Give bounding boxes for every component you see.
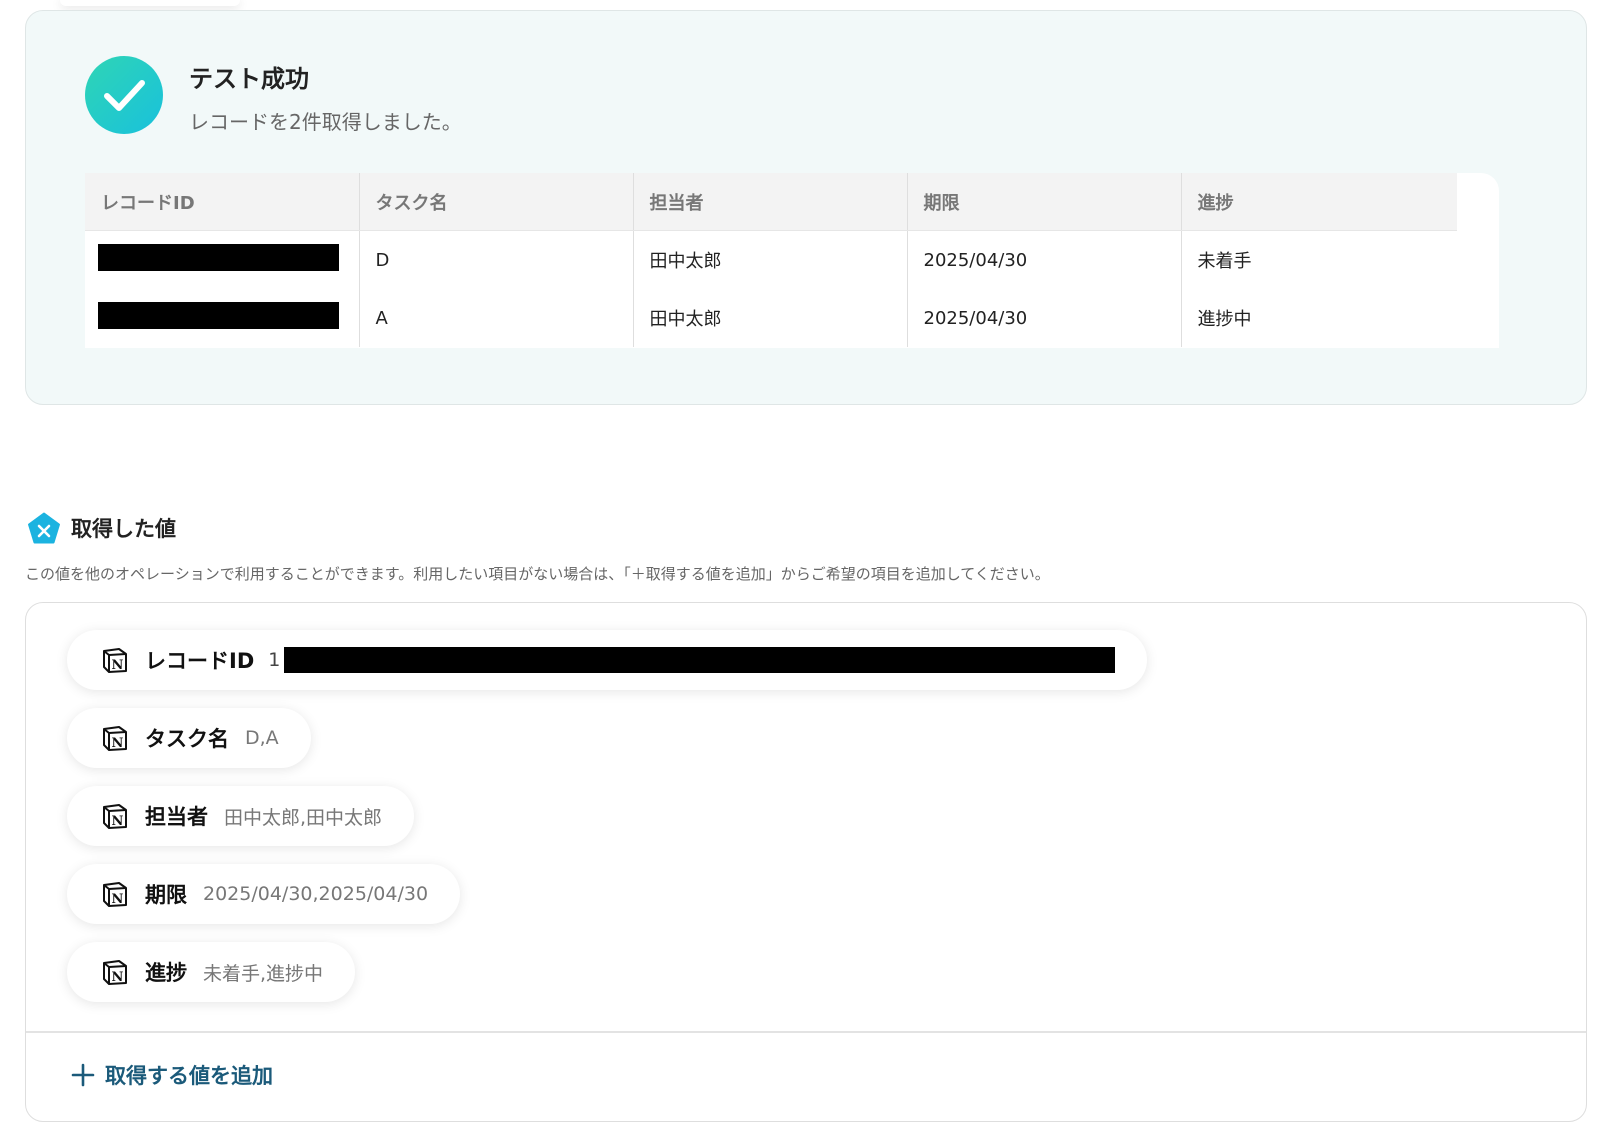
card-divider	[26, 1031, 1586, 1033]
notion-icon: N	[103, 726, 127, 751]
header-due-date: 期限	[906, 173, 1181, 231]
notion-icon: N	[103, 960, 127, 985]
success-check-icon	[85, 56, 163, 134]
records-table: レコードID タスク名 担当者 期限 進捗 D 田中太郎 2025/04/30 …	[85, 173, 1457, 347]
record-id-cell	[85, 289, 359, 347]
assignee-cell: 田中太郎	[632, 289, 907, 347]
svg-text:N: N	[112, 658, 124, 673]
value-chip-progress[interactable]: N 進捗 未着手,進捗中	[67, 942, 356, 1002]
variable-x-icon	[27, 512, 61, 550]
svg-text:N: N	[112, 736, 124, 751]
chip-label: タスク名	[145, 727, 229, 751]
chip-label: 担当者	[145, 805, 208, 829]
redacted-record-id	[98, 302, 339, 329]
retrieved-values-card: N レコードID 1 N タスク名 D,A N 担当者 田中太郎,田中太郎 N	[25, 602, 1587, 1122]
progress-cell: 未着手	[1180, 230, 1457, 289]
add-value-label: 取得する値を追加	[105, 1064, 273, 1088]
value-chip-record-id[interactable]: N レコードID 1	[67, 630, 1147, 690]
previous-element-shadow	[60, 0, 240, 6]
table-header-row: レコードID タスク名 担当者 期限 進捗	[85, 173, 1457, 231]
assignee-cell: 田中太郎	[632, 230, 907, 289]
task-name-cell: D	[358, 230, 633, 289]
header-assignee: 担当者	[632, 173, 907, 231]
due-date-cell: 2025/04/30	[906, 230, 1181, 289]
success-title: テスト成功	[189, 65, 309, 93]
notion-icon: N	[103, 882, 127, 907]
success-message: レコードを2件取得しました。	[189, 110, 462, 134]
value-chip-assignee[interactable]: N 担当者 田中太郎,田中太郎	[67, 786, 415, 846]
add-value-button[interactable]: 取得する値を追加	[71, 1060, 273, 1090]
chip-label: 期限	[145, 883, 187, 907]
notion-icon: N	[103, 804, 127, 829]
table-row: D 田中太郎 2025/04/30 未着手	[85, 230, 1457, 290]
test-result-card: テスト成功 レコードを2件取得しました。 レコードID タスク名 担当者 期限 …	[25, 10, 1587, 405]
redacted-record-id	[98, 244, 339, 271]
due-date-cell: 2025/04/30	[906, 289, 1181, 347]
redacted-chip-value	[284, 647, 1115, 673]
notion-icon: N	[103, 648, 127, 673]
chip-value: D,A	[245, 727, 279, 749]
chip-value: 2025/04/30,2025/04/30	[203, 883, 429, 905]
value-chip-due-date[interactable]: N 期限 2025/04/30,2025/04/30	[67, 864, 461, 924]
plus-icon	[71, 1063, 95, 1087]
svg-text:N: N	[112, 814, 124, 829]
section-description: この値を他のオペレーションで利用することができます。利用したい項目がない場合は、…	[25, 565, 1050, 583]
svg-text:N: N	[112, 970, 124, 985]
section-title: 取得した値	[71, 517, 176, 541]
progress-cell: 進捗中	[1180, 289, 1457, 347]
value-chip-task-name[interactable]: N タスク名 D,A	[67, 708, 311, 768]
chip-value: 田中太郎,田中太郎	[224, 806, 383, 829]
svg-text:N: N	[112, 892, 124, 907]
header-progress: 進捗	[1180, 173, 1457, 231]
header-task-name: タスク名	[358, 173, 633, 231]
record-id-cell	[85, 231, 359, 290]
records-table-container: レコードID タスク名 担当者 期限 進捗 D 田中太郎 2025/04/30 …	[85, 173, 1499, 348]
header-record-id: レコードID	[85, 173, 359, 231]
chip-label: 進捗	[145, 961, 187, 985]
task-name-cell: A	[358, 289, 633, 347]
table-row: A 田中太郎 2025/04/30 進捗中	[85, 289, 1457, 347]
chip-label: レコードID	[145, 649, 255, 673]
chip-value: 未着手,進捗中	[203, 962, 324, 985]
chip-value-lead: 1	[268, 649, 281, 671]
